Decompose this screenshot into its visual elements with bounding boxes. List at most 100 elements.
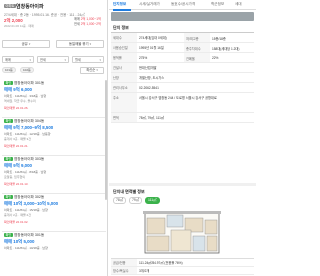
complex-photo-strip[interactable] [111,12,254,21]
area-button-78[interactable]: 78㎡ [113,197,127,204]
tab-unit-price[interactable]: 동호수/공시가격 [171,2,195,7]
table-key: 총주차대수 [184,43,210,52]
table-key: 세대수 [111,33,137,42]
address-value: 서울시 강서구 염창동 244 / 도로명 서울시 강서구 공항대로 [139,95,217,100]
floor-plan-image[interactable] [139,210,225,256]
list-item[interactable]: 확인 염창동아이파 301동 매매 9억 6,000 아파트 · 111/84㎡… [2,80,106,118]
table-row: 주소 서울시 강서구 염창동 244 / 도로명 서울시 강서구 공항대로 [111,93,254,113]
table-row: 건설사 현대산업개발 [111,63,254,73]
listing-date: 확인매물 22.01.02. [4,220,29,224]
table-row: 공급/전용 111.24㎡/84.97㎡ (전용률 76%) [111,259,254,267]
table-row: 면적 78㎡, 79㎡, 111㎡ [111,113,254,123]
listing-desc: 중개사 2곳 · 매물 2건 [4,213,31,217]
table-value: 15층/18층 [212,36,226,41]
list-item[interactable]: 확인 염창동아이파 301동 매매 10억 5,000 아파트 · 111/84… [2,232,106,262]
sort-button[interactable]: 최신순▾ [80,67,104,74]
table-row: 사용승인일 1995년 01월 16일 총주차대수 158대(세대당 1.2대) [111,43,254,53]
tab-price[interactable]: 시세/실거래가 [139,2,160,7]
listing-desc: 로얄층, 입주협의 [4,175,25,179]
table-key: 건폐율 [184,53,210,62]
listing-desc: 역세권, 학군 우수, 올수리 [4,99,36,103]
share-label: 공유 [21,42,28,46]
table-row: 난방 개별난방, 도시가스 [111,73,254,83]
table-row: 세대수 274세대(임대 0세대) 저/최고층 15층/18층 [111,33,254,43]
jeonse-value: 전세 [40,58,46,62]
table-value: 158대(세대당 1.2대) [212,46,240,51]
jeonse-select[interactable]: 전세 ▾ [37,56,69,63]
sort-label: 최신순 [86,68,96,72]
list-scrollbar[interactable] [105,80,107,200]
complex-summary: 27/4세대 · 총 2동 · 1995.01.16. 준공 · 전용 · 11… [4,13,85,17]
verified-tag: 확인 [4,233,13,238]
price-range: 매매 2억 1,000~1억 전세 2억 1,000~2억 [74,17,101,27]
listing-date: 확인매물 22.01.13. [4,182,29,186]
table-value: 현대산업개발 [139,65,157,70]
list-item[interactable]: 확인 염창동아이파 304동 매매 9억 7,000~9억 8,500 아파트 … [2,118,106,156]
listing-name: 염창동아이파 304동 [14,119,45,123]
verified-tag: 확인 [4,195,13,200]
verified-tag: 확인 [4,81,13,86]
tab-school[interactable]: 학군정보 [211,2,224,7]
section-divider [109,183,256,186]
chevron-down-icon: ▾ [96,68,98,72]
active-tab-indicator [113,9,131,11]
table-value: 02-2062-5541 [139,85,159,90]
verified-tag: 확인 [4,119,13,124]
listing-info: 아파트 · 111/84㎡ · 3/18층 · 남향 [4,94,47,98]
complex-header: 아파트 염창동아이파 27/4세대 · 총 2동 · 1995.01.16. 준… [2,2,106,28]
table-key: 방수/욕실수 [111,267,137,274]
listing-date: 확인매물 22.01.26. [4,106,29,110]
jeonse-label: 전세 [74,22,80,26]
table-key: 관리사무소 [111,83,137,92]
listing-name: 염창동아이파 301동 [14,233,45,237]
share-button[interactable]: 공유▾ [2,40,50,48]
table-value: 개별난방, 도시가스 [139,75,165,80]
dong-chip-102[interactable]: 102동 [20,67,34,73]
area-section-title: 단지내 면적별 정보 [113,189,145,194]
table-key: 저/최고층 [184,33,210,42]
listing-info: 아파트 · 111/84㎡ · 12/18층 · 남동향 [4,132,51,136]
detail-tabs: 단지정보 시세/실거래가 동호수/공시가격 학군정보 세대 [109,0,256,11]
listing-panel: 아파트 염창동아이파 27/4세대 · 총 2동 · 1995.01.16. 준… [0,0,108,276]
monthly-select[interactable]: 월세 ▾ [72,56,104,63]
complex-info-title: 단지 정보 [113,25,129,30]
listing-price: 매매 10억 3,000~10억 5,000 [4,201,59,206]
tab-complex-info[interactable]: 단지정보 [113,2,126,7]
complex-title[interactable]: 염창동아이파 [16,3,44,10]
area-button-111[interactable]: 111㎡ [145,197,160,204]
table-row: 용적률 275% 건폐율 22% [111,53,254,63]
table-value: 78㎡, 79㎡, 111㎡ [139,115,165,120]
listing-price: 매매 10억 5,000 [4,239,35,244]
chevron-down-icon: ▾ [99,58,101,62]
table-value: 1995년 01월 16일 [139,45,164,50]
complex-info-table: 세대수 274세대(임대 0세대) 저/최고층 15층/18층 사용승인일 19… [111,32,254,123]
group-listings-button[interactable]: 동일매물 묶기▾ [56,40,104,48]
table-key: 난방 [111,73,137,82]
listing-info: 아파트 · 111/84㎡ · 8/18층 · 남향 [4,170,47,174]
list-item[interactable]: 확인 염창동아이파 302동 매매 10억 3,000~10억 5,000 아파… [2,194,106,232]
trade-type-select[interactable]: 매매 ▾ [2,56,34,63]
table-key: 공급/전용 [111,259,137,266]
table-value: 111.24㎡/84.97㎡ (전용률 76%) [139,260,183,265]
tab-households[interactable]: 세대 [235,2,242,7]
table-value: 274세대(임대 0세대) [139,35,167,40]
table-value: 22% [212,55,219,60]
table-key: 면적 [111,113,137,122]
monthly-value: 월세 [75,58,81,62]
recent-price-detail: 2022.01.06 11층 · 매매 [4,24,34,28]
list-item[interactable]: 확인 염창동아이파 303동 매매 9억 9,000 아파트 · 111/84㎡… [2,156,106,194]
group-listings-label: 동일매물 묶기 [68,42,89,46]
verified-tag: 확인 [4,157,13,162]
dong-chip-101[interactable]: 101동 [2,67,16,73]
area-button-79[interactable]: 79㎡ [129,197,143,204]
area-detail-table: 공급/전용 111.24㎡/84.97㎡ (전용률 76%) 방수/욕실수 3개… [111,258,254,275]
table-key: 건설사 [111,63,137,72]
listing-info: 아파트 · 111/84㎡ · 10/18층 · 남향 [4,246,48,250]
table-key: 주소 [111,93,137,112]
chevron-down-icon: ▾ [28,42,31,46]
listing-name: 염창동아이파 303동 [14,157,45,161]
listing-desc: 중개사 3곳 · 매물 3건 [4,137,31,141]
listing-date: 확인매물 22.01.21. [4,144,29,148]
trade-type-value: 매매 [5,58,11,62]
deal-range: 2억 1,000~1억 [80,17,101,21]
